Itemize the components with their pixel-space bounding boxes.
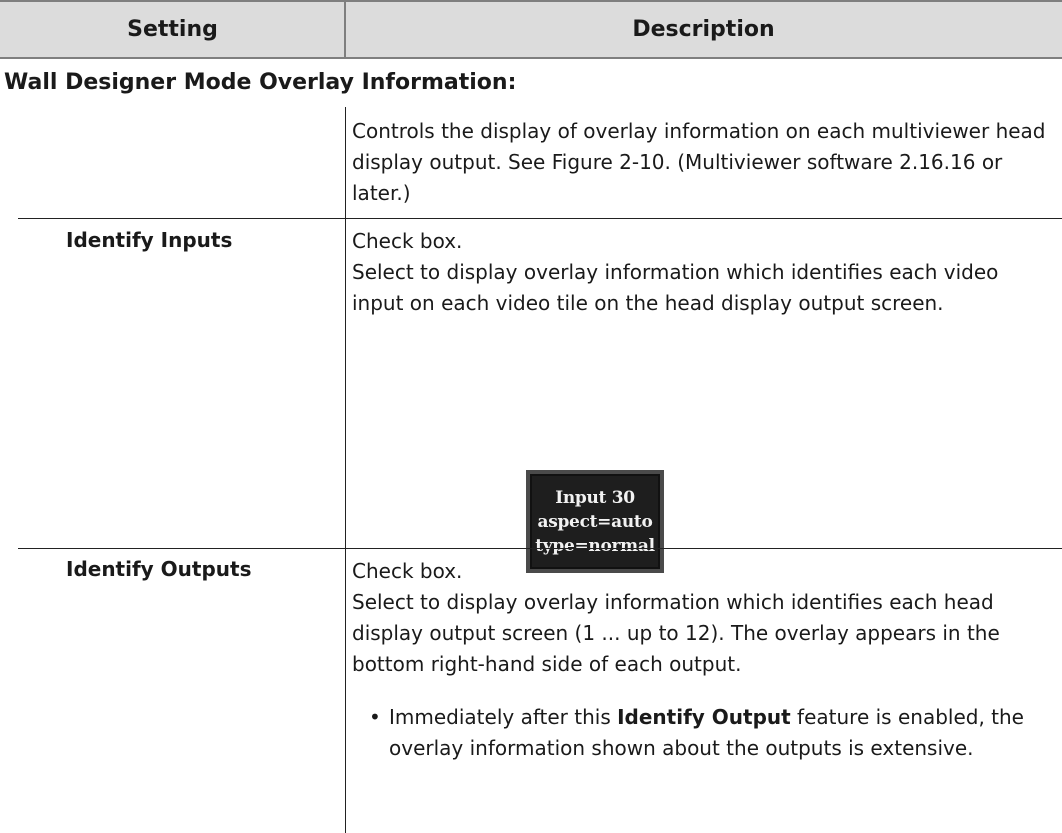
column-header-setting: Setting [127,17,218,42]
overlay-aspect-label: aspect=auto [537,511,653,532]
identify-outputs-description: Check box. Select to display overlay inf… [352,556,1052,680]
bullet-dot-icon: • [369,705,381,729]
bullet-item: • Immediately after this Identify Output… [369,702,1049,764]
overlay-input-label: Input 30 [555,487,635,508]
section-heading: Wall Designer Mode Overlay Information: [4,70,517,95]
overlay-type-label: type=normal [535,535,655,556]
section-intro-description: Controls the display of overlay informat… [352,116,1052,209]
table-header-row: Setting Description [0,0,1062,59]
bullet-text-before: Immediately after this [389,705,618,729]
setting-identify-outputs: Identify Outputs [66,557,252,581]
setting-identify-inputs: Identify Inputs [66,228,233,252]
identify-outputs-line-2: Select to display overlay information wh… [352,590,1000,676]
row-separator [18,548,1062,549]
row-separator [18,218,1062,219]
bullet-text-bold: Identify Output [617,705,791,729]
section-intro-text: Controls the display of overlay informat… [352,119,1046,205]
identify-outputs-line-1: Check box. [352,559,463,583]
column-header-description: Description [632,17,775,42]
bullet-text: Immediately after this Identify Output f… [389,702,1049,764]
document-page: Setting Description Wall Designer Mode O… [0,0,1062,833]
identify-inputs-description: Check box. Select to display overlay inf… [352,226,1052,319]
identify-inputs-line-1: Check box. [352,229,463,253]
identify-inputs-line-2: Select to display overlay information wh… [352,260,999,315]
column-divider [345,107,346,833]
